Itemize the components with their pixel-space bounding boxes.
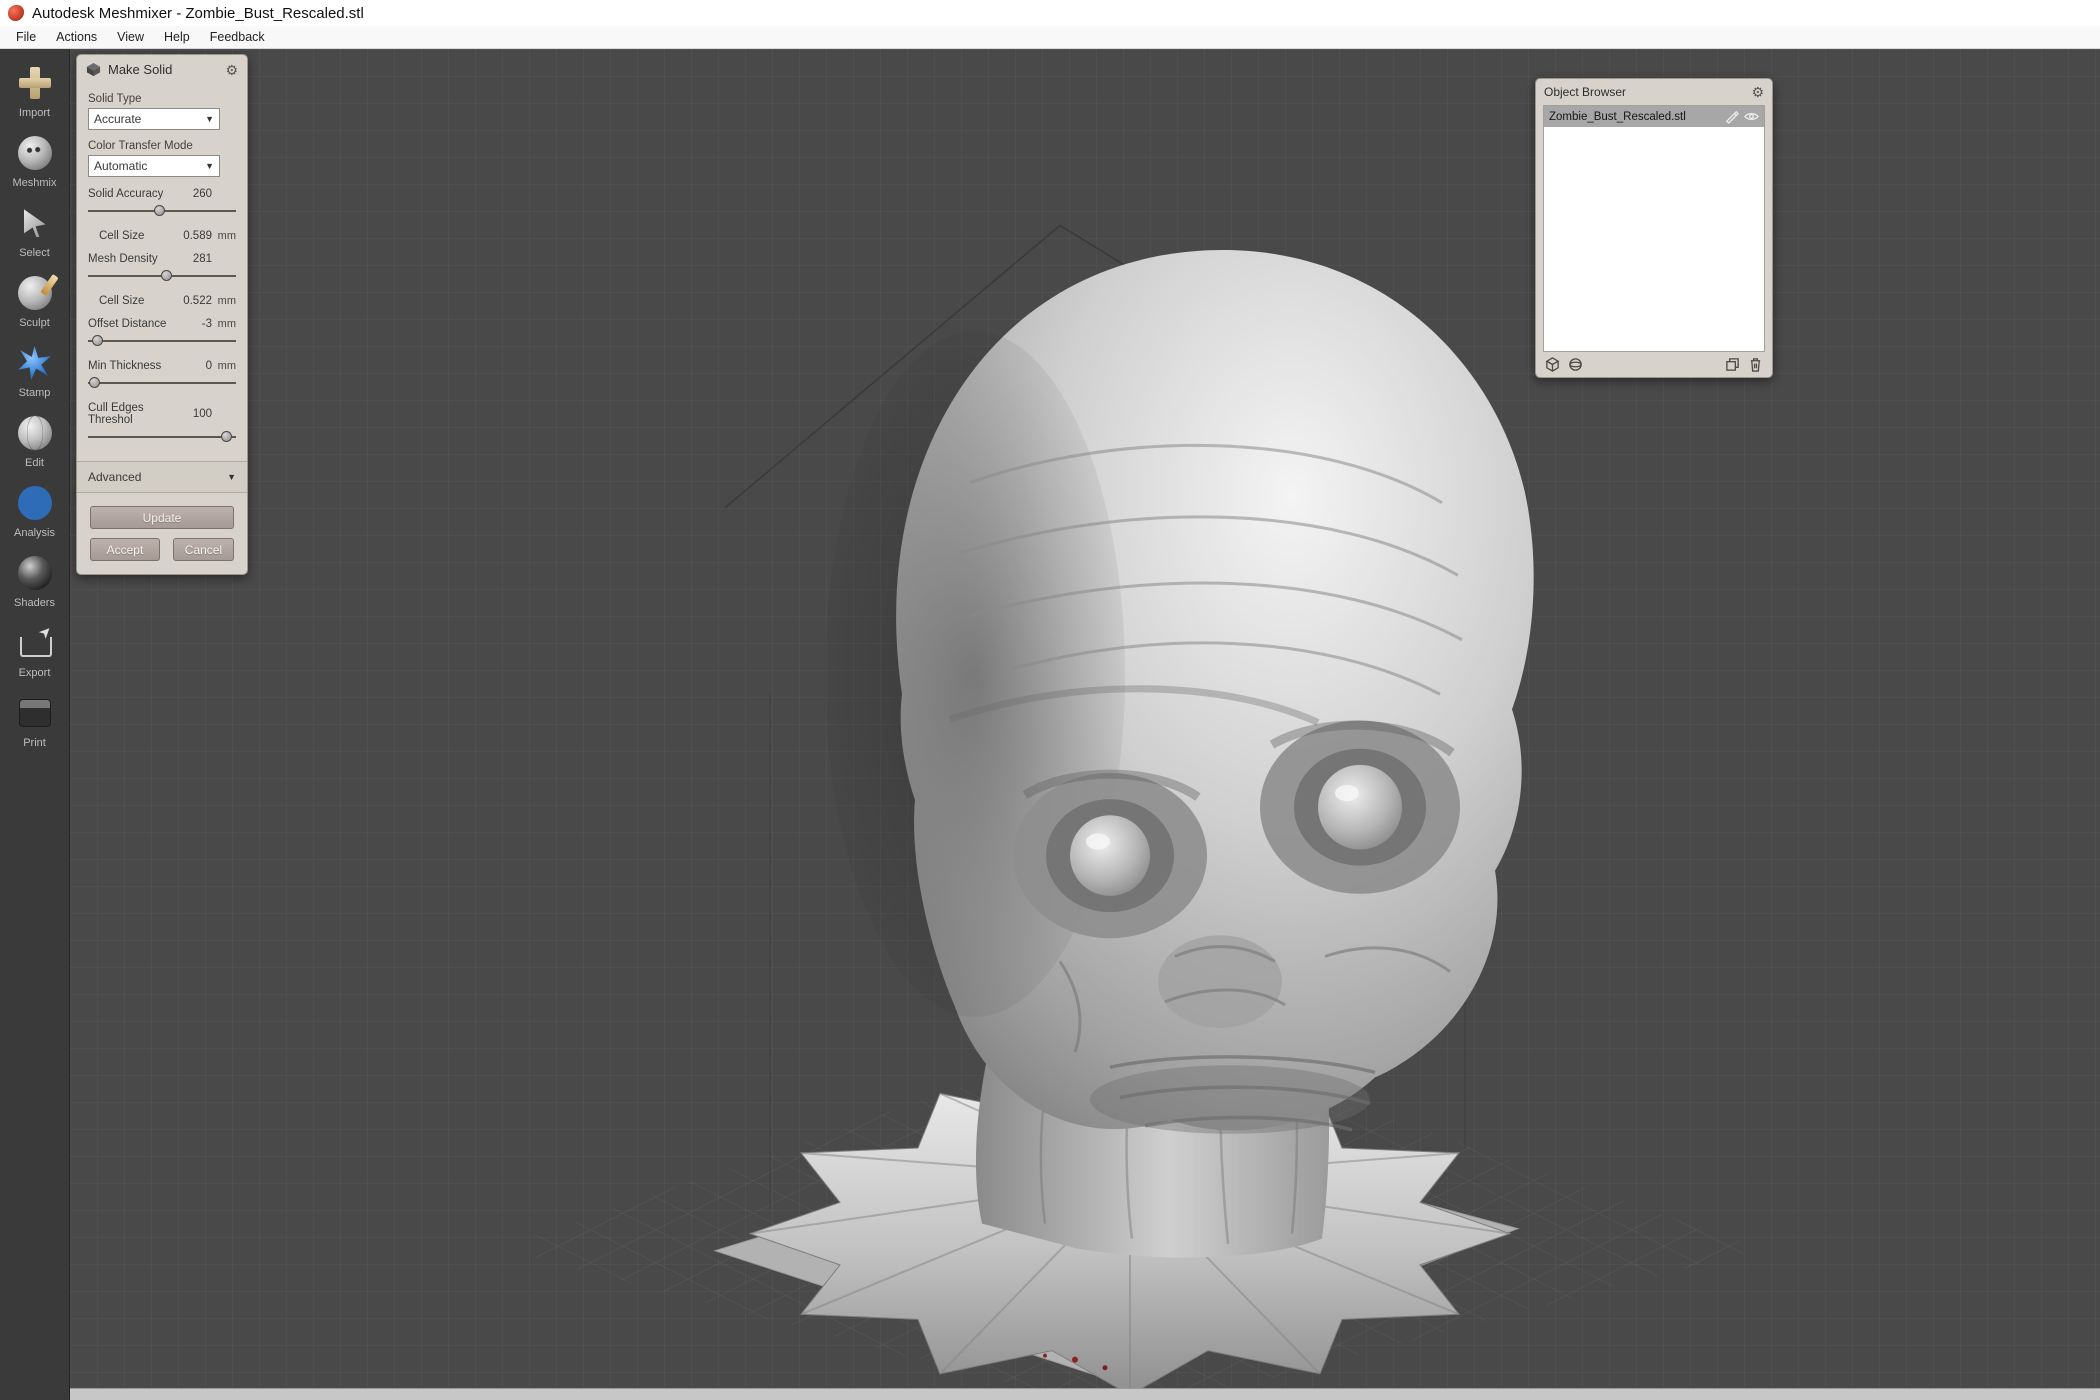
solid-accuracy-label: Solid Accuracy — [88, 188, 170, 200]
slider-handle[interactable] — [154, 205, 165, 216]
viewport-bottom-strip — [70, 1388, 2100, 1400]
zombie-bust-model — [70, 49, 2100, 1400]
tool-print[interactable]: Print — [0, 693, 70, 749]
cube-icon — [86, 62, 101, 77]
object-browser-title: Object Browser — [1544, 85, 1751, 99]
solid-accuracy-slider[interactable] — [88, 203, 236, 219]
solid-type-value: Accurate — [94, 112, 141, 126]
trash-icon[interactable] — [1748, 357, 1763, 372]
app-window: Autodesk Meshmixer - Zombie_Bust_Rescale… — [0, 0, 2100, 1400]
menu-bar: File Actions View Help Feedback — [0, 26, 2100, 49]
tool-meshmix[interactable]: Meshmix — [0, 133, 70, 189]
update-button[interactable]: Update — [90, 506, 234, 529]
menu-actions[interactable]: Actions — [46, 28, 107, 46]
solid-type-label: Solid Type — [88, 93, 236, 105]
offset-distance-slider[interactable] — [88, 333, 236, 349]
make-solid-title: Make Solid — [108, 62, 218, 77]
solid-type-dropdown[interactable]: Accurate ▼ — [88, 108, 220, 130]
primitive-cube-icon[interactable] — [1545, 357, 1560, 372]
object-list-item[interactable]: Zombie_Bust_Rescaled.stl — [1544, 106, 1764, 127]
tool-stamp[interactable]: Stamp — [0, 343, 70, 399]
analysis-icon — [15, 483, 55, 523]
object-list: Zombie_Bust_Rescaled.stl — [1543, 105, 1765, 352]
make-solid-header: Make Solid ⚙ — [77, 55, 247, 83]
advanced-section-toggle[interactable]: Advanced ▼ — [77, 461, 247, 493]
tool-select-label: Select — [19, 247, 50, 259]
cull-edges-slider[interactable] — [88, 429, 236, 445]
select-cursor-icon — [15, 203, 55, 243]
object-browser-toolbar — [1536, 352, 1772, 377]
chevron-down-icon: ▼ — [205, 161, 214, 171]
tool-edit-label: Edit — [25, 457, 44, 469]
import-icon — [15, 63, 55, 103]
tool-shaders[interactable]: Shaders — [0, 553, 70, 609]
color-transfer-dropdown[interactable]: Automatic ▼ — [88, 155, 220, 177]
meshmixer-logo-icon — [8, 5, 24, 21]
tool-export[interactable]: Export — [0, 623, 70, 679]
mesh-density-slider[interactable] — [88, 268, 236, 284]
menu-view[interactable]: View — [107, 28, 154, 46]
slider-handle[interactable] — [161, 270, 172, 281]
solid-accuracy-value: 260 — [170, 188, 212, 200]
print-icon — [15, 693, 55, 733]
menu-file[interactable]: File — [6, 28, 46, 46]
left-toolbar: Import Meshmix Select Sculpt Stamp Edit — [0, 49, 70, 1400]
tool-export-label: Export — [19, 667, 51, 679]
edit-object-icon[interactable] — [1724, 109, 1739, 124]
accept-button[interactable]: Accept — [90, 538, 160, 561]
gear-icon[interactable]: ⚙ — [225, 63, 238, 77]
slider-handle[interactable] — [92, 335, 103, 346]
tool-sculpt-label: Sculpt — [19, 317, 50, 329]
tool-sculpt[interactable]: Sculpt — [0, 273, 70, 329]
solid-accuracy-row: Solid Accuracy 260 — [88, 188, 236, 200]
cancel-button[interactable]: Cancel — [173, 538, 234, 561]
primitive-sphere-icon[interactable] — [1568, 357, 1583, 372]
object-browser-header: Object Browser ⚙ — [1536, 79, 1772, 103]
tool-shaders-label: Shaders — [14, 597, 55, 609]
gear-icon[interactable]: ⚙ — [1751, 85, 1764, 99]
tool-analysis-label: Analysis — [14, 527, 55, 539]
tool-stamp-label: Stamp — [19, 387, 51, 399]
slider-handle[interactable] — [89, 377, 100, 388]
advanced-label: Advanced — [88, 470, 227, 484]
visibility-icon[interactable] — [1744, 109, 1759, 124]
title-bar: Autodesk Meshmixer - Zombie_Bust_Rescale… — [0, 0, 2100, 26]
color-transfer-value: Automatic — [94, 159, 147, 173]
tool-print-label: Print — [23, 737, 46, 749]
offset-distance-row: Offset Distance -3 mm — [88, 318, 236, 330]
cell-size-row-1: Cell Size 0.589 mm — [88, 230, 236, 242]
export-icon — [15, 623, 55, 663]
slider-handle[interactable] — [221, 431, 232, 442]
menu-feedback[interactable]: Feedback — [200, 28, 275, 46]
chevron-down-icon: ▼ — [227, 472, 236, 482]
menu-help[interactable]: Help — [154, 28, 200, 46]
tool-edit[interactable]: Edit — [0, 413, 70, 469]
chevron-down-icon: ▼ — [205, 114, 214, 124]
min-thickness-slider[interactable] — [88, 375, 236, 391]
window-title: Autodesk Meshmixer - Zombie_Bust_Rescale… — [32, 5, 364, 22]
tool-analysis[interactable]: Analysis — [0, 483, 70, 539]
object-name: Zombie_Bust_Rescaled.stl — [1549, 111, 1719, 123]
make-solid-panel: Make Solid ⚙ Solid Type Accurate ▼ Color… — [76, 54, 248, 575]
tool-import-label: Import — [19, 107, 50, 119]
make-solid-actions: Update Accept Cancel — [77, 493, 247, 572]
duplicate-icon[interactable] — [1725, 357, 1740, 372]
shaders-icon — [15, 553, 55, 593]
edit-sphere-icon — [15, 413, 55, 453]
cell-size-row-2: Cell Size 0.522 mm — [88, 295, 236, 307]
tool-select[interactable]: Select — [0, 203, 70, 259]
viewport-3d[interactable]: Make Solid ⚙ Solid Type Accurate ▼ Color… — [70, 49, 2100, 1400]
cull-edges-row: Cull Edges Threshol 100 — [88, 402, 236, 426]
meshmix-icon — [15, 133, 55, 173]
min-thickness-row: Min Thickness 0 mm — [88, 360, 236, 372]
tool-meshmix-label: Meshmix — [12, 177, 56, 189]
mesh-density-row: Mesh Density 281 — [88, 253, 236, 265]
sculpt-icon — [15, 273, 55, 313]
color-transfer-label: Color Transfer Mode — [88, 140, 236, 152]
tool-import[interactable]: Import — [0, 63, 70, 119]
stamp-icon — [15, 343, 55, 383]
object-browser-panel: Object Browser ⚙ Zombie_Bust_Rescaled.st… — [1535, 78, 1773, 378]
